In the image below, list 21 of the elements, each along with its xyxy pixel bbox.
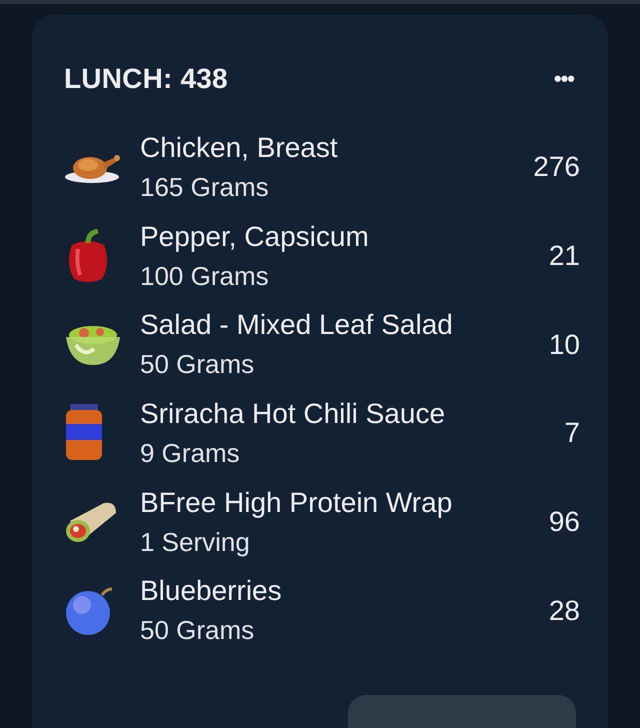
meal-title: LUNCH: 438: [64, 63, 228, 95]
food-calories: 21: [548, 240, 580, 272]
food-name: Salad - Mixed Leaf Salad: [140, 309, 454, 342]
food-calories: 96: [548, 506, 580, 538]
jar-icon: [64, 404, 104, 462]
more-button[interactable]: •••: [548, 66, 580, 92]
food-amount: 50 Grams: [140, 349, 256, 380]
food-calories: 276: [532, 151, 580, 184]
food-name: BFree High Protein Wrap: [140, 486, 454, 519]
food-name: Pepper, Capsicum: [140, 220, 370, 252]
food-name: Chicken, Breast: [140, 132, 339, 164]
food-calories: 10: [548, 328, 580, 361]
food-name: Blueberries: [140, 575, 283, 608]
food-amount: 9 Grams: [140, 438, 241, 469]
food-amount: 1 Serving: [140, 526, 251, 558]
food-amount: 165 Grams: [140, 172, 270, 203]
food-amount: 50 Grams: [140, 615, 256, 646]
food-amount: 100 Grams: [140, 260, 270, 292]
food-calories: 7: [563, 417, 580, 450]
food-calories: 28: [548, 594, 580, 627]
food-name: Sriracha Hot Chili Sauce: [140, 398, 446, 430]
